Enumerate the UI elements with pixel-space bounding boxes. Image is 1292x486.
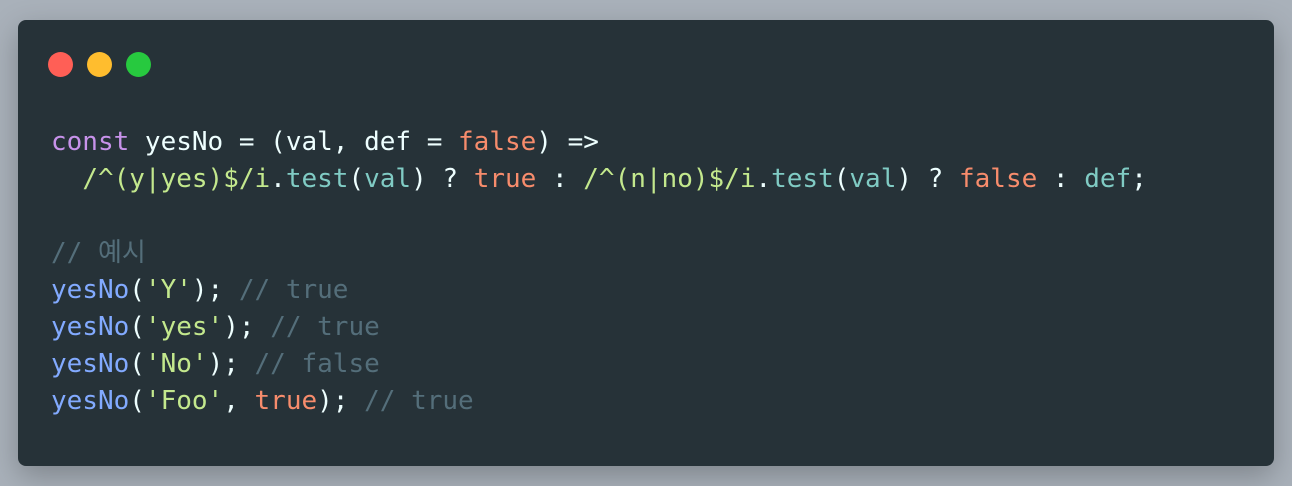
code-line: yesNo('yes'); // true <box>51 309 1147 346</box>
window-controls <box>48 52 151 77</box>
code-token: ) => <box>536 127 599 157</box>
code-line: // 예시 <box>51 235 1147 272</box>
code-token: , <box>223 386 255 416</box>
code-token: ); <box>223 312 271 342</box>
code-token: true <box>254 386 318 416</box>
code-token: // true <box>364 386 474 416</box>
minimize-button[interactable] <box>87 52 112 77</box>
code-token: ( <box>833 164 850 194</box>
code-token: ; <box>1131 164 1147 194</box>
code-line: yesNo('No'); // false <box>51 346 1147 383</box>
code-token: /^(y|yes)$/i <box>82 164 271 194</box>
code-token: 'No' <box>144 349 208 379</box>
code-token: yesNo <box>51 275 130 305</box>
code-token: ); <box>207 349 255 379</box>
maximize-button[interactable] <box>126 52 151 77</box>
code-token: ( <box>348 164 365 194</box>
code-token: ( <box>129 349 145 379</box>
code-token: true <box>473 164 537 194</box>
code-token: yesNo <box>51 312 130 342</box>
code-token: ) ? <box>411 164 474 194</box>
code-token: const <box>51 127 130 157</box>
code-token: // true <box>238 275 349 305</box>
code-window: const yesNo = (val, def = false) => /^(y… <box>18 20 1274 466</box>
code-line: yesNo('Y'); // true <box>51 272 1147 309</box>
code-token: ( <box>129 312 145 342</box>
code-token: test <box>285 164 349 194</box>
code-token: . <box>755 164 772 194</box>
code-token: 'yes' <box>144 312 224 342</box>
code-token: test <box>771 164 834 194</box>
code-token: 'Y' <box>144 275 192 305</box>
code-token: /^(n|no)$/i <box>583 164 756 194</box>
code-token: : <box>536 164 584 194</box>
code-token: yesNo <box>51 386 130 416</box>
code-token: ( <box>129 275 145 305</box>
code-token: val <box>364 164 412 194</box>
code-token: yesNo = (val, def = <box>129 127 459 157</box>
code-token: ); <box>317 386 365 416</box>
code-token: val <box>849 164 897 194</box>
code-token: def <box>1084 164 1132 194</box>
code-token: . <box>270 164 286 194</box>
code-token: ) ? <box>896 164 959 194</box>
code-token: yesNo <box>51 349 130 379</box>
code-token: // true <box>270 312 380 342</box>
code-line: const yesNo = (val, def = false) => <box>51 124 1147 161</box>
code-token: 'Foo' <box>144 386 224 416</box>
code-token: ); <box>191 275 239 305</box>
code-line: /^(y|yes)$/i.test(val) ? true : /^(n|no)… <box>51 161 1147 198</box>
code-token: // false <box>254 349 380 379</box>
code-token: false <box>458 127 537 157</box>
close-button[interactable] <box>48 52 73 77</box>
code-block: const yesNo = (val, def = false) => /^(y… <box>51 124 1147 420</box>
code-token: : <box>1037 164 1085 194</box>
code-token: ( <box>129 386 145 416</box>
code-token: false <box>959 164 1038 194</box>
code-line: yesNo('Foo', true); // true <box>51 383 1147 420</box>
code-token: // 예시 <box>51 238 146 268</box>
